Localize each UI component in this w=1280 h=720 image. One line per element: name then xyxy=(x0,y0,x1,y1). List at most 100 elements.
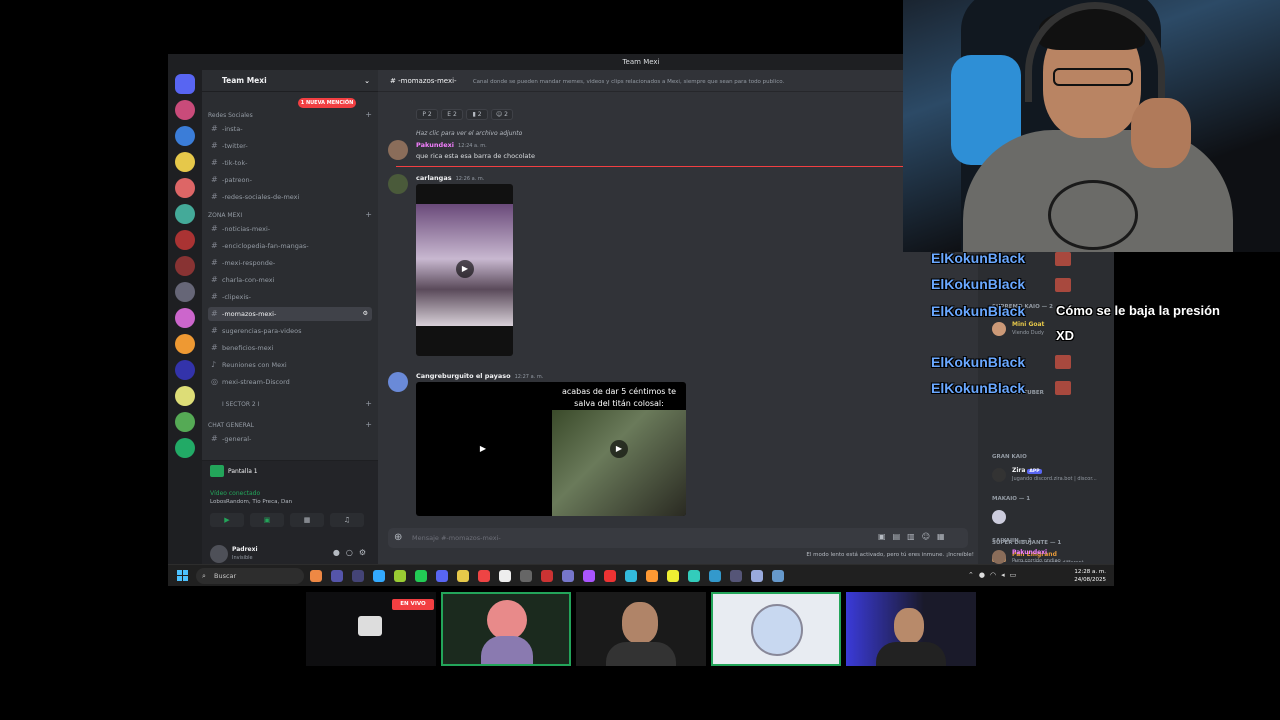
microphone-icon[interactable]: ● xyxy=(333,548,346,557)
new-mention-pill[interactable]: 1 NUEVA MENCIÓN xyxy=(298,98,356,108)
stage-channel-item[interactable]: ◎ mexi-stream-Discord xyxy=(208,375,372,389)
server-icon[interactable] xyxy=(175,282,195,302)
add-channel-icon[interactable]: + xyxy=(365,110,372,119)
member-row[interactable] xyxy=(992,508,1112,526)
tray-icon[interactable]: ● xyxy=(979,571,990,579)
stream-tile-speaking[interactable] xyxy=(711,592,841,666)
reaction-button[interactable]: ▮ 2 xyxy=(466,109,488,120)
reaction-button[interactable]: ☺ 2 xyxy=(491,109,513,120)
volume-icon[interactable]: ◂ xyxy=(1001,571,1010,579)
sticker-icon[interactable]: ▥ xyxy=(907,532,922,541)
add-channel-icon[interactable]: + xyxy=(365,399,372,408)
chrome-icon[interactable] xyxy=(310,570,322,582)
file-explorer-icon[interactable] xyxy=(457,570,469,582)
voice-status[interactable]: Vídeo conectado xyxy=(210,490,260,497)
server-icon[interactable] xyxy=(175,438,195,458)
app-icon[interactable] xyxy=(352,570,364,582)
steam-icon[interactable] xyxy=(772,570,784,582)
channel-item[interactable]: # -redes-sociales-de-mexi xyxy=(208,190,372,204)
app-icon[interactable] xyxy=(751,570,763,582)
message-author[interactable]: carlangas 12:26 a. m. xyxy=(416,174,484,182)
guild-header[interactable]: Team Mexi ⌄ xyxy=(202,70,378,92)
gear-icon[interactable]: ⚙ xyxy=(363,307,368,321)
channel-item[interactable]: # -clipexis- xyxy=(208,290,372,304)
avatar[interactable] xyxy=(210,545,228,563)
server-icon[interactable] xyxy=(175,100,195,120)
voice-channel-item[interactable]: ♪ Reuniones con Mexi xyxy=(208,358,372,372)
emoji-icon[interactable]: ☺ xyxy=(922,532,937,541)
discord-icon[interactable] xyxy=(436,570,448,582)
app-icon[interactable] xyxy=(394,570,406,582)
message-author[interactable]: Cangreburguito el payaso 12:27 a. m. xyxy=(416,372,543,380)
message-author[interactable]: Pakundexi 12:24 a. m. xyxy=(416,141,487,149)
category-sector[interactable]: I SECTOR 2 I xyxy=(222,401,259,408)
channel-item[interactable]: # -general- xyxy=(208,432,372,446)
channel-item[interactable]: # -insta- xyxy=(208,122,372,136)
video-attachment[interactable]: ▶ acabas de dar 5 céntimos te salva del … xyxy=(416,382,686,516)
server-icon[interactable] xyxy=(175,230,195,250)
category-chat[interactable]: CHAT GENERAL xyxy=(208,422,254,429)
reaction-button[interactable]: P 2 xyxy=(416,109,438,120)
play-icon[interactable]: ▶ xyxy=(456,260,474,278)
channel-item[interactable]: # -tik-tok- xyxy=(208,156,372,170)
server-icon[interactable] xyxy=(175,412,195,432)
video-attachment[interactable]: ▶ xyxy=(416,184,513,356)
app-icon[interactable] xyxy=(667,570,679,582)
reply-preview[interactable]: Haz clic para ver el archivo adjunto xyxy=(416,130,522,137)
channel-item[interactable]: # -enciclopedia-fan-mangas- xyxy=(208,239,372,253)
activities-button[interactable]: ▦ xyxy=(290,513,324,527)
add-attachment-icon[interactable]: ⊕ xyxy=(394,528,402,548)
server-icon[interactable] xyxy=(175,360,195,380)
add-channel-icon[interactable]: + xyxy=(365,420,372,429)
chevron-up-icon[interactable]: ⌃ xyxy=(968,571,979,579)
app-icon[interactable] xyxy=(583,570,595,582)
discord-home-icon[interactable] xyxy=(175,74,195,94)
server-icon[interactable] xyxy=(175,126,195,146)
channel-item-active[interactable]: # -momazos-mexi- ⚙ xyxy=(208,307,372,321)
avatar[interactable] xyxy=(388,140,408,160)
taskbar-clock[interactable]: 12:28 a. m. 24/08/2025 xyxy=(1074,568,1106,584)
server-icon[interactable] xyxy=(175,204,195,224)
wifi-icon[interactable]: ◠ xyxy=(990,571,1001,579)
add-channel-icon[interactable]: + xyxy=(365,210,372,219)
gear-icon[interactable]: ⚙ xyxy=(359,548,372,557)
taskbar-search[interactable]: ⌕ Buscar xyxy=(196,568,304,584)
server-icon[interactable] xyxy=(175,256,195,276)
channel-item[interactable]: # -twitter- xyxy=(208,139,372,153)
whatsapp-icon[interactable] xyxy=(415,570,427,582)
server-icon[interactable] xyxy=(175,386,195,406)
avatar[interactable] xyxy=(388,372,408,392)
app-icon[interactable] xyxy=(730,570,742,582)
avatar[interactable] xyxy=(388,174,408,194)
gif-icon[interactable]: ▤ xyxy=(893,532,908,541)
app-icon[interactable] xyxy=(646,570,658,582)
server-icon[interactable] xyxy=(175,178,195,198)
channel-item[interactable]: # charla-con-mexi xyxy=(208,273,372,287)
app-icon[interactable] xyxy=(331,570,343,582)
channel-item[interactable]: # -patreon- xyxy=(208,173,372,187)
play-icon[interactable]: ▶ xyxy=(610,440,628,458)
channel-topic[interactable]: Canal donde se pueden mandar memes, vide… xyxy=(473,79,784,85)
channel-item[interactable]: # -mexi-responde- xyxy=(208,256,372,270)
server-icon[interactable] xyxy=(175,334,195,354)
play-icon[interactable]: ▶ xyxy=(474,440,492,458)
stream-tile-speaking[interactable] xyxy=(441,592,571,666)
app-icon[interactable] xyxy=(478,570,490,582)
app-icon[interactable] xyxy=(541,570,553,582)
screen-share-button[interactable]: ▣ xyxy=(250,513,284,527)
gift-icon[interactable]: ▣ xyxy=(878,532,893,541)
stream-tile[interactable] xyxy=(576,592,706,666)
channel-item[interactable]: # sugerencias-para-videos xyxy=(208,324,372,338)
server-icon[interactable] xyxy=(175,308,195,328)
app-icon[interactable] xyxy=(604,570,616,582)
category-social[interactable]: Redes Sociales xyxy=(208,112,253,119)
apps-icon[interactable]: ▦ xyxy=(937,532,952,541)
telegram-icon[interactable] xyxy=(373,570,385,582)
stream-tile[interactable]: EN VIVO xyxy=(306,592,436,666)
stream-tile[interactable] xyxy=(846,592,976,666)
category-zona[interactable]: ZONA MEXI xyxy=(208,212,242,219)
app-icon[interactable] xyxy=(625,570,637,582)
battery-icon[interactable]: ▭ xyxy=(1010,571,1022,579)
app-icon[interactable] xyxy=(562,570,574,582)
member-row[interactable]: Zira APP Jugando discord.zira.bot | disco… xyxy=(992,466,1112,484)
